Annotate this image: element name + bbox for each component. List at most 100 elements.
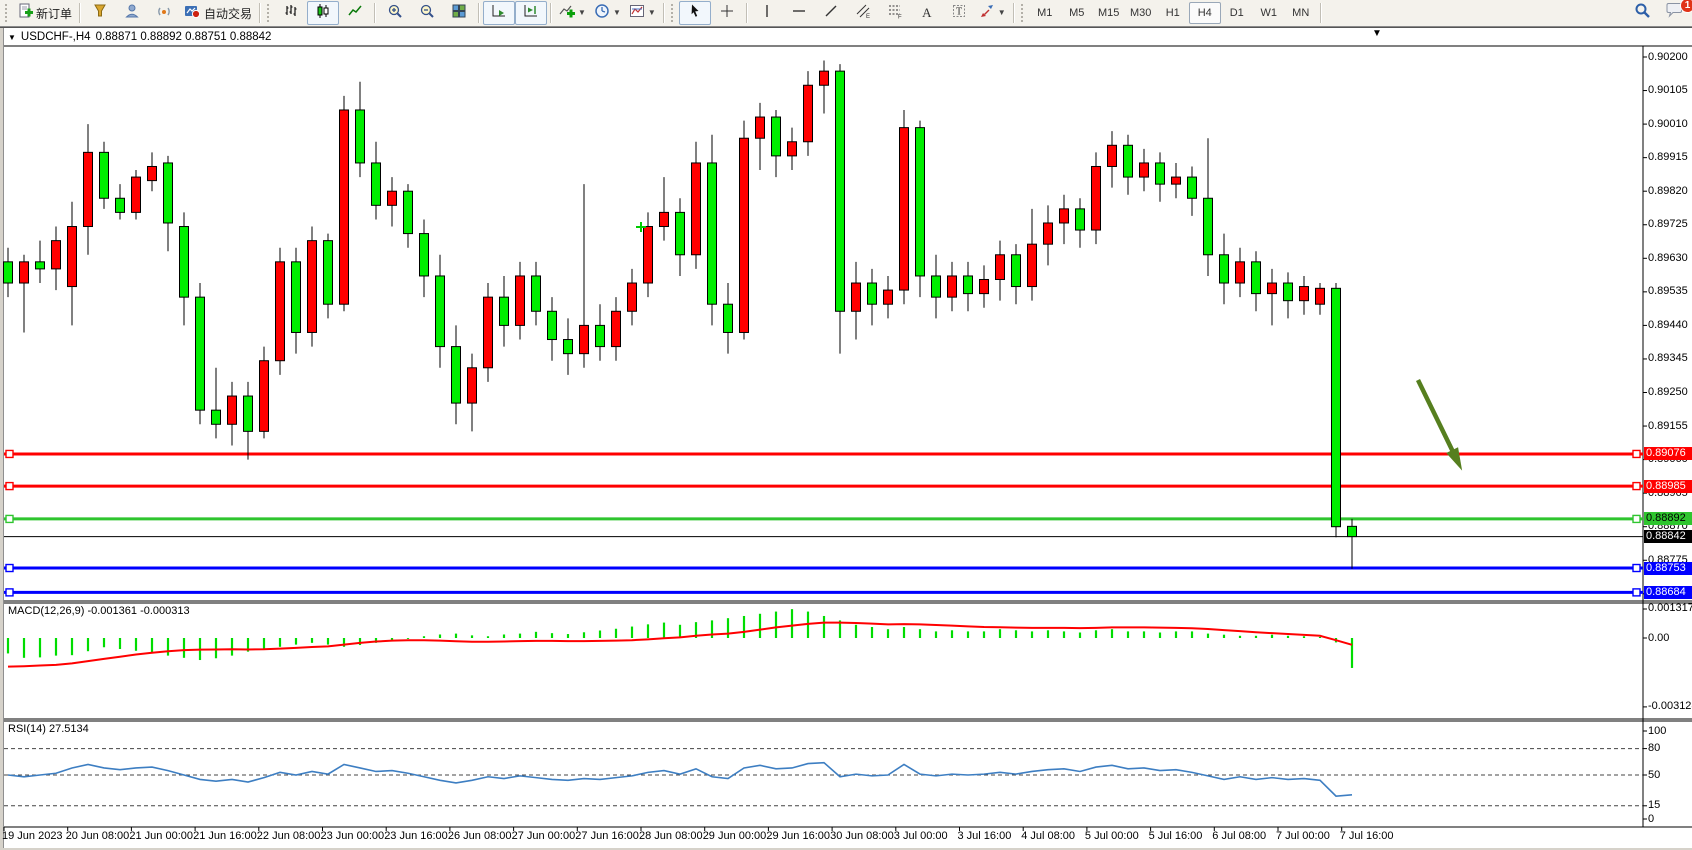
time-axis-label: 6 Jul 08:00 <box>1212 830 1266 842</box>
candle-body <box>868 283 877 304</box>
time-axis-label: 28 Jun 08:00 <box>639 830 703 842</box>
chart-ohlc-values: 0.88871 0.88892 0.88751 0.88842 <box>96 31 272 43</box>
candle-body <box>1044 223 1053 244</box>
candle-body <box>420 234 429 276</box>
text-tool-button[interactable]: A <box>911 1 943 25</box>
timeframes-button[interactable]: ▼ <box>590 1 625 25</box>
toolbar-grip[interactable] <box>267 4 272 22</box>
notifications-button[interactable]: 1 <box>1658 1 1690 25</box>
svg-text:F: F <box>898 14 902 19</box>
rsi-axis-label: 80 <box>1648 742 1660 754</box>
zoom-in-button[interactable] <box>379 1 411 25</box>
candle-body <box>308 241 317 333</box>
cursor-tool-button[interactable] <box>679 1 711 25</box>
trendline-tool-button[interactable] <box>815 1 847 25</box>
level-line-handle[interactable] <box>1633 515 1640 522</box>
search-button[interactable] <box>1626 1 1658 25</box>
timeframe-button-W1[interactable]: W1 <box>1253 2 1285 24</box>
level-price-tag: 0.88892 <box>1644 512 1692 525</box>
candle-body <box>804 85 813 142</box>
timeframe-button-M1[interactable]: M1 <box>1029 2 1061 24</box>
timeframe-button-group: M1M5M15M30H1H4D1W1MN <box>1029 2 1317 24</box>
tile-windows-button[interactable] <box>443 1 475 25</box>
timeframe-button-M30[interactable]: M30 <box>1125 2 1157 24</box>
candle-body <box>916 128 925 276</box>
chart-shift-button[interactable] <box>515 1 547 25</box>
candle-body <box>708 163 717 304</box>
candle-body <box>1092 166 1101 230</box>
timeframe-button-H1[interactable]: H1 <box>1157 2 1189 24</box>
down-arrow-annotation[interactable] <box>1418 380 1456 458</box>
timeframe-button-D1[interactable]: D1 <box>1221 2 1253 24</box>
time-axis-label: 7 Jul 16:00 <box>1340 830 1394 842</box>
candle-body <box>948 276 957 297</box>
vertical-line-tool-button[interactable] <box>751 1 783 25</box>
candlestick-chart-button[interactable] <box>307 1 339 25</box>
rsi-indicator-label: RSI(14) 27.5134 <box>8 723 89 735</box>
arrows-tool-button[interactable]: ▼ <box>975 1 1010 25</box>
candle-body <box>612 311 621 346</box>
level-line-handle[interactable] <box>1633 589 1640 596</box>
funnel-tool-button[interactable] <box>84 1 116 25</box>
level-line-handle[interactable] <box>1633 483 1640 490</box>
candle-body <box>980 279 989 293</box>
timeframe-button-M5[interactable]: M5 <box>1061 2 1093 24</box>
zoom-out-button[interactable] <box>411 1 443 25</box>
equidistant-channel-tool-button[interactable]: E <box>847 1 879 25</box>
toolbar-grip[interactable] <box>671 4 676 22</box>
price-tick-label: 0.89250 <box>1648 386 1688 398</box>
chart-canvas[interactable] <box>0 0 1692 850</box>
level-line-handle[interactable] <box>6 515 13 522</box>
candle-body <box>116 198 125 212</box>
auto-trading-label: 自动交易 <box>204 5 252 22</box>
new-order-button[interactable]: 新订单 <box>13 1 76 25</box>
candle-body <box>1300 287 1309 301</box>
search-icon <box>1634 2 1651 24</box>
candle-body <box>132 177 141 212</box>
candle-body <box>1140 163 1149 177</box>
timeframe-button-M15[interactable]: M15 <box>1093 2 1125 24</box>
price-tick-label: 0.89820 <box>1648 185 1688 197</box>
auto-scroll-button[interactable] <box>483 1 515 25</box>
candle-body <box>1156 163 1165 184</box>
level-line-handle[interactable] <box>1633 565 1640 572</box>
new-order-label: 新订单 <box>36 5 72 22</box>
level-line-handle[interactable] <box>1633 450 1640 457</box>
candle-body <box>196 297 205 410</box>
chart-title[interactable]: ▼ USDCHF-,H4 0.88871 0.88892 0.88751 0.8… <box>8 31 271 43</box>
accounts-button[interactable] <box>116 1 148 25</box>
level-price-tag: 0.89076 <box>1644 447 1692 460</box>
arrows-icon <box>979 3 995 24</box>
bar-chart-button[interactable] <box>275 1 307 25</box>
candle-body <box>852 283 861 311</box>
level-line-handle[interactable] <box>6 565 13 572</box>
toolbar-grip[interactable] <box>1021 4 1026 22</box>
chart-dropdown-icon[interactable]: ▼ <box>8 33 16 42</box>
templates-button[interactable]: ▼ <box>625 1 660 25</box>
level-line-handle[interactable] <box>6 589 13 596</box>
auto-trading-button[interactable]: 自动交易 <box>180 1 256 25</box>
timeframe-button-H4[interactable]: H4 <box>1189 2 1221 24</box>
time-axis-label: 27 Jun 00:00 <box>512 830 576 842</box>
fibonacci-tool-button[interactable]: F <box>879 1 911 25</box>
indicators-button[interactable]: ▼ <box>555 1 590 25</box>
crosshair-tool-button[interactable] <box>711 1 743 25</box>
horizontal-line-tool-button[interactable] <box>783 1 815 25</box>
timeframe-button-MN[interactable]: MN <box>1285 2 1317 24</box>
time-axis-label: 29 Jun 00:00 <box>703 830 767 842</box>
chart-corner-marker-icon[interactable]: ▼ <box>1372 28 1382 39</box>
signals-button[interactable] <box>148 1 180 25</box>
candle-body <box>660 212 669 226</box>
time-axis-label: 19 Jun 2023 <box>2 830 63 842</box>
candle-body <box>1220 255 1229 283</box>
text-label-tool-button[interactable]: T <box>943 1 975 25</box>
time-axis-label: 20 Jun 08:00 <box>66 830 130 842</box>
line-chart-button[interactable] <box>339 1 371 25</box>
candle-body <box>532 276 541 311</box>
level-line-handle[interactable] <box>6 450 13 457</box>
time-axis-label: 30 Jun 08:00 <box>830 830 894 842</box>
level-line-handle[interactable] <box>6 483 13 490</box>
candle-body <box>836 71 845 311</box>
toolbar-grip[interactable] <box>5 4 10 22</box>
toolbar-separator <box>374 3 376 23</box>
